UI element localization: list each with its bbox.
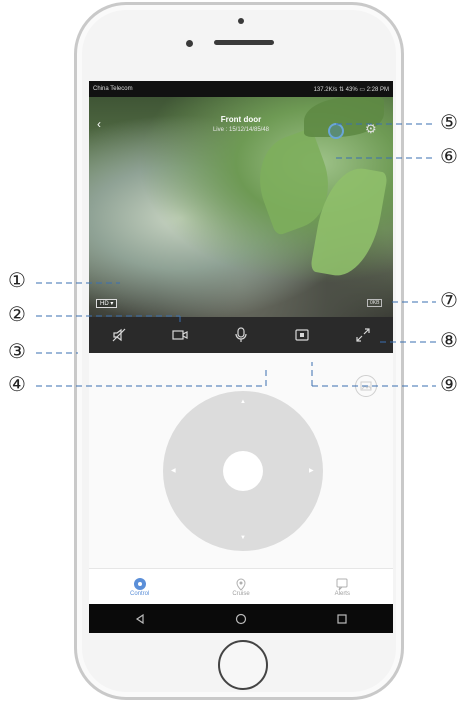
- callout-3: ③: [8, 339, 26, 363]
- callout-9: ⑨: [440, 372, 458, 396]
- callout-1: ①: [8, 268, 26, 292]
- callout-2: ②: [8, 302, 26, 326]
- callout-4: ④: [8, 372, 26, 396]
- callout-5: ⑤: [440, 110, 458, 134]
- callout-8: ⑧: [440, 328, 458, 352]
- callout-6: ⑥: [440, 144, 458, 168]
- callout-lines: [36, 123, 436, 387]
- callout-7: ⑦: [440, 288, 458, 312]
